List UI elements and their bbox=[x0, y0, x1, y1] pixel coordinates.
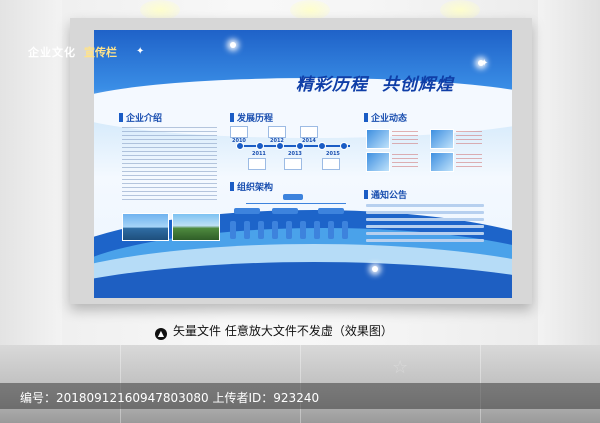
timeline-card bbox=[322, 158, 340, 170]
dove-icon: ✦ bbox=[136, 46, 145, 57]
org-leaf bbox=[314, 221, 320, 239]
sparkle-icon bbox=[230, 42, 236, 48]
org-node bbox=[272, 208, 298, 214]
section-title-history: 发展历程 bbox=[230, 111, 273, 124]
news-text bbox=[456, 154, 482, 168]
org-leaf bbox=[286, 221, 292, 239]
timeline-dot bbox=[318, 142, 326, 150]
news-text bbox=[456, 131, 482, 145]
org-leaf bbox=[300, 221, 306, 239]
timeline-line bbox=[238, 145, 350, 147]
header-title: 企业文化 bbox=[28, 46, 76, 59]
slogan: 精彩历程 共创辉煌 bbox=[296, 70, 454, 95]
caption-text: 矢量文件 任意放大文件不发虚（效果图） bbox=[173, 324, 393, 338]
timeline-card bbox=[248, 158, 266, 170]
slogan-part-1: 精彩历程 bbox=[296, 75, 368, 95]
notice-row bbox=[366, 239, 484, 242]
org-leaf bbox=[230, 221, 236, 239]
news-photo bbox=[430, 129, 454, 149]
section-title-news: 企业动态 bbox=[364, 111, 407, 124]
up-arrow-icon: ▲ bbox=[155, 328, 167, 340]
intro-text-block bbox=[122, 127, 217, 203]
section-title-notice: 通知公告 bbox=[364, 188, 407, 201]
timeline-year: 2011 bbox=[252, 151, 266, 157]
ceiling-light bbox=[290, 0, 330, 20]
org-leaf bbox=[244, 221, 250, 239]
timeline-card bbox=[230, 126, 248, 138]
timeline-year: 2014 bbox=[302, 138, 316, 144]
timeline-dot bbox=[340, 142, 348, 150]
org-node bbox=[318, 208, 344, 214]
org-leaf bbox=[342, 221, 348, 239]
watermark: ☆ bbox=[392, 357, 409, 378]
notice-row bbox=[366, 232, 484, 235]
ceiling-light bbox=[140, 0, 180, 20]
news-photo bbox=[366, 152, 390, 172]
timeline-dot bbox=[296, 142, 304, 150]
org-leaf bbox=[328, 221, 334, 239]
org-leaf bbox=[272, 221, 278, 239]
section-title-intro: 企业介绍 bbox=[119, 111, 162, 124]
board-header: 企业文化 宣传栏 bbox=[28, 44, 117, 60]
news-text bbox=[392, 131, 418, 145]
news-photo bbox=[430, 152, 454, 172]
org-node bbox=[234, 208, 260, 214]
org-connector bbox=[246, 203, 346, 204]
news-photo bbox=[366, 129, 390, 149]
sparkle-icon bbox=[372, 266, 378, 272]
timeline-year: 2013 bbox=[288, 151, 302, 157]
notice-row bbox=[366, 211, 484, 214]
header-tag: 宣传栏 bbox=[84, 46, 117, 59]
timeline-year: 2015 bbox=[326, 151, 340, 157]
notice-row bbox=[366, 225, 484, 228]
intro-photo bbox=[172, 213, 220, 241]
timeline-card bbox=[284, 158, 302, 170]
timeline-card bbox=[300, 126, 318, 138]
right-pillar bbox=[538, 0, 600, 345]
slogan-part-2: 共创辉煌 bbox=[382, 75, 454, 95]
timeline-dot bbox=[256, 142, 264, 150]
timeline-card bbox=[268, 126, 286, 138]
notice-row bbox=[366, 218, 484, 221]
section-title-org: 组织架构 bbox=[230, 180, 273, 193]
org-node-top bbox=[283, 194, 303, 200]
footer-text: 编号：20180912160947803080 上传者ID：923240 bbox=[20, 391, 320, 405]
caption: ▲ 矢量文件 任意放大文件不发虚（效果图） bbox=[155, 322, 393, 340]
org-leaf bbox=[258, 221, 264, 239]
news-text bbox=[392, 154, 418, 168]
ceiling-light bbox=[440, 0, 480, 20]
timeline-dot bbox=[236, 142, 244, 150]
sparkle-icon bbox=[478, 60, 484, 66]
timeline-dot bbox=[276, 142, 284, 150]
notice-row bbox=[366, 204, 484, 207]
intro-photo bbox=[122, 213, 169, 241]
